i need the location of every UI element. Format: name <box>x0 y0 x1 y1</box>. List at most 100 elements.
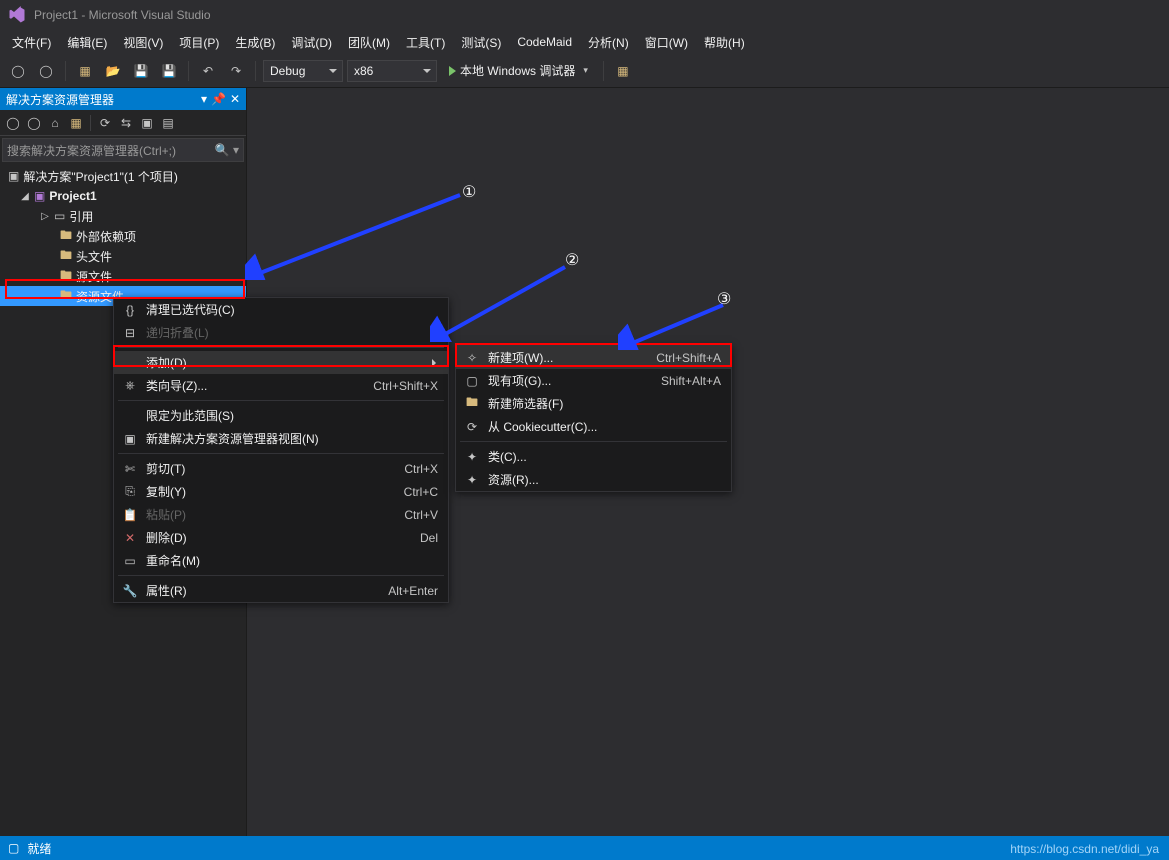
save-all-icon[interactable]: 💾 <box>157 59 181 83</box>
save-icon[interactable]: 💾 <box>129 59 153 83</box>
cookie-icon: ⟳ <box>462 420 482 434</box>
menubar: 文件(F) 编辑(E) 视图(V) 项目(P) 生成(B) 调试(D) 团队(M… <box>0 30 1169 54</box>
open-icon[interactable]: 📂 <box>101 59 125 83</box>
ctx-copy[interactable]: ⎘复制(Y)Ctrl+C <box>114 480 448 503</box>
expander-icon[interactable]: ◢ <box>20 191 30 202</box>
ctx-delete[interactable]: ✕删除(D)Del <box>114 526 448 549</box>
solution-root[interactable]: ▣ 解决方案"Project1"(1 个项目) <box>0 166 246 186</box>
extension-icon[interactable]: ▦ <box>611 59 635 83</box>
properties-icon[interactable]: ▤ <box>159 114 177 132</box>
ctx-add[interactable]: 添加(D) <box>114 351 448 374</box>
sub-existing-item[interactable]: ▢现有项(G)...Shift+Alt+A <box>456 369 731 392</box>
sync-icon[interactable]: ▦ <box>67 114 85 132</box>
close-icon[interactable]: ✕ <box>230 92 240 106</box>
wrench-icon: 🔧 <box>120 584 140 598</box>
ctx-clean-code[interactable]: {}清理已选代码(C) <box>114 298 448 321</box>
menu-help[interactable]: 帮助(H) <box>696 32 753 53</box>
menu-codemaid[interactable]: CodeMaid <box>509 33 580 51</box>
status-icon: ▢ <box>8 841 19 855</box>
titlebar: Project1 - Microsoft Visual Studio <box>0 0 1169 30</box>
panel-title-bar[interactable]: 解决方案资源管理器 ▾ 📌 ✕ <box>0 88 246 110</box>
references-node[interactable]: ▷ ▭ 引用 <box>0 206 246 226</box>
vs-logo-icon <box>8 6 26 24</box>
menu-team[interactable]: 团队(M) <box>340 32 398 53</box>
folder-icon: 🖿 <box>60 266 72 287</box>
ctx-rename[interactable]: ▭重命名(M) <box>114 549 448 572</box>
menu-debug[interactable]: 调试(D) <box>283 32 340 53</box>
node-label: 引用 <box>69 208 93 225</box>
sub-new-filter[interactable]: 🖿新建筛选器(F) <box>456 392 731 415</box>
separator <box>118 400 444 401</box>
refresh-icon[interactable]: ⟳ <box>96 114 114 132</box>
showall-icon[interactable]: ▣ <box>138 114 156 132</box>
menu-analyze[interactable]: 分析(N) <box>580 32 637 53</box>
wizard-icon: ⎈ <box>120 378 140 393</box>
context-menu: {}清理已选代码(C) ⊟递归折叠(L) 添加(D) ⎈类向导(Z)...Ctr… <box>113 297 449 603</box>
external-deps-node[interactable]: 🖿 外部依赖项 <box>0 226 246 246</box>
node-label: 外部依赖项 <box>76 228 136 245</box>
sub-new-item[interactable]: ✧新建项(W)...Ctrl+Shift+A <box>456 346 731 369</box>
project-node[interactable]: ◢ ▣ Project1 <box>0 186 246 206</box>
ctx-paste: 📋粘贴(P)Ctrl+V <box>114 503 448 526</box>
menu-window[interactable]: 窗口(W) <box>637 32 696 53</box>
ctx-class-wizard[interactable]: ⎈类向导(Z)...Ctrl+Shift+X <box>114 374 448 397</box>
folder-icon: 🖿 <box>60 246 72 267</box>
expander-icon[interactable]: ▷ <box>40 211 50 222</box>
folder-icon: 🖿 <box>60 226 72 247</box>
node-label: 源文件 <box>76 268 112 285</box>
sub-class[interactable]: ✦类(C)... <box>456 445 731 468</box>
toolbar: ◯ ◯ ▦ 📂 💾 💾 ↶ ↷ Debug x86 本地 Windows 调试器… <box>0 54 1169 88</box>
status-text: 就绪 <box>27 840 51 857</box>
home-icon[interactable]: ⌂ <box>46 114 64 132</box>
menu-build[interactable]: 生成(B) <box>227 32 283 53</box>
ctx-new-view[interactable]: ▣新建解决方案资源管理器视图(N) <box>114 427 448 450</box>
menu-test[interactable]: 测试(S) <box>453 32 509 53</box>
sub-resource[interactable]: ✦资源(R)... <box>456 468 731 491</box>
start-debug-button[interactable]: 本地 Windows 调试器 ▾ <box>441 60 596 82</box>
back-icon[interactable]: ◯ <box>4 114 22 132</box>
separator <box>118 575 444 576</box>
paste-icon: 📋 <box>120 508 140 522</box>
separator <box>118 453 444 454</box>
ctx-scope[interactable]: 限定为此范围(S) <box>114 404 448 427</box>
sub-cookiecutter[interactable]: ⟳从 Cookiecutter(C)... <box>456 415 731 438</box>
nav-fwd-icon[interactable]: ◯ <box>34 59 58 83</box>
menu-project[interactable]: 项目(P) <box>171 32 227 53</box>
panel-menu-icon[interactable]: ▾ <box>201 92 207 106</box>
collapse-icon: ⊟ <box>120 326 140 340</box>
ctx-properties[interactable]: 🔧属性(R)Alt+Enter <box>114 579 448 602</box>
config-dropdown[interactable]: Debug <box>263 60 343 82</box>
ctx-cut[interactable]: ✄剪切(T)Ctrl+X <box>114 457 448 480</box>
menu-view[interactable]: 视图(V) <box>115 32 171 53</box>
menu-tools[interactable]: 工具(T) <box>398 32 453 53</box>
context-submenu-add: ✧新建项(W)...Ctrl+Shift+A ▢现有项(G)...Shift+A… <box>455 345 732 492</box>
solution-icon: ▣ <box>8 169 19 183</box>
panel-title: 解决方案资源管理器 <box>6 91 114 108</box>
collapse-icon[interactable]: ⇆ <box>117 114 135 132</box>
cut-icon: ✄ <box>120 462 140 476</box>
fwd-icon[interactable]: ◯ <box>25 114 43 132</box>
folder-icon: 🖿 <box>462 393 482 414</box>
sources-node[interactable]: 🖿 源文件 <box>0 266 246 286</box>
platform-dropdown[interactable]: x86 <box>347 60 437 82</box>
delete-icon: ✕ <box>120 531 140 545</box>
new-project-icon[interactable]: ▦ <box>73 59 97 83</box>
search-placeholder: 搜索解决方案资源管理器(Ctrl+;) <box>7 142 176 159</box>
search-icon[interactable]: 🔍 ▾ <box>215 143 239 157</box>
class-icon: ✦ <box>462 450 482 464</box>
menu-edit[interactable]: 编辑(E) <box>59 32 115 53</box>
undo-icon[interactable]: ↶ <box>196 59 220 83</box>
run-label: 本地 Windows 调试器 <box>460 62 575 79</box>
status-bar: ▢ 就绪 <box>0 836 1169 860</box>
redo-icon[interactable]: ↷ <box>224 59 248 83</box>
nav-back-icon[interactable]: ◯ <box>6 59 30 83</box>
project-icon: ▣ <box>34 189 45 203</box>
resource-icon: ✦ <box>462 473 482 487</box>
menu-file[interactable]: 文件(F) <box>4 32 59 53</box>
headers-node[interactable]: 🖿 头文件 <box>0 246 246 266</box>
references-icon: ▭ <box>54 209 65 223</box>
search-input[interactable]: 搜索解决方案资源管理器(Ctrl+;) 🔍 ▾ <box>2 138 244 162</box>
pin-icon[interactable]: 📌 <box>211 92 226 106</box>
copy-icon: ⎘ <box>120 484 140 499</box>
watermark: https://blog.csdn.net/didi_ya <box>1010 842 1159 856</box>
